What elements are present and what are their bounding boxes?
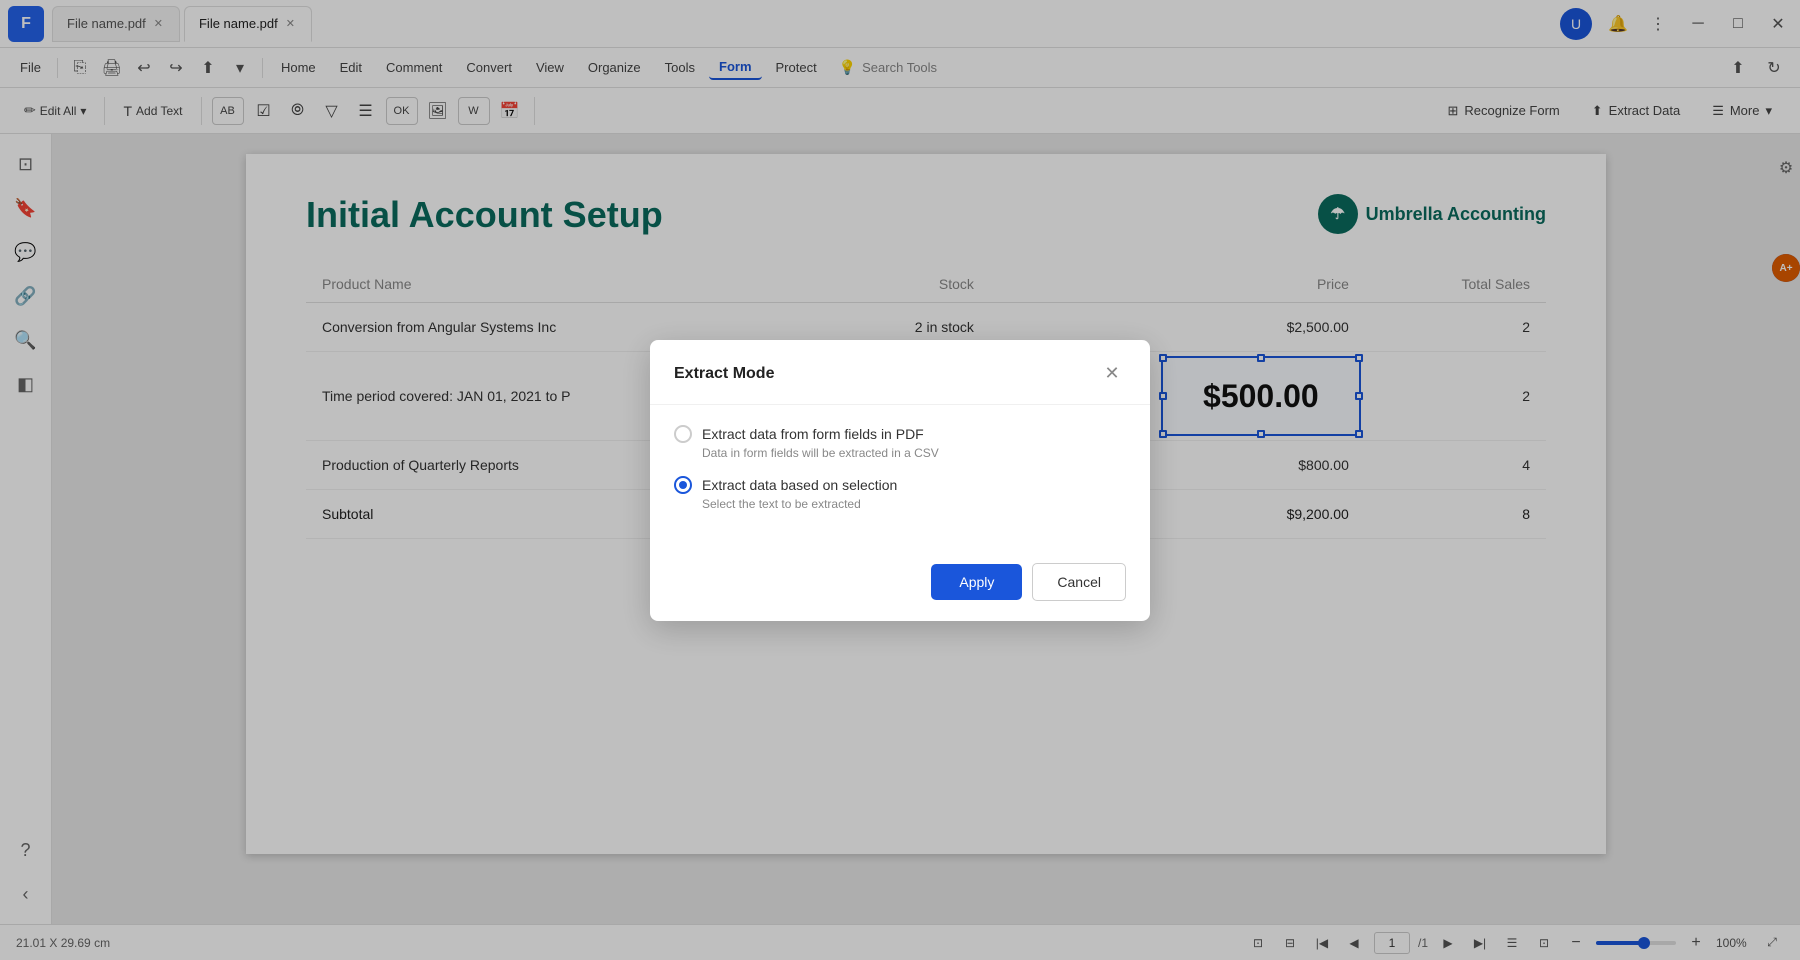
- cancel-button[interactable]: Cancel: [1032, 563, 1126, 601]
- radio-label-2: Extract data based on selection: [702, 477, 897, 493]
- modal-close-btn[interactable]: ✕: [1098, 360, 1126, 388]
- radio-option-1[interactable]: Extract data from form fields in PDF Dat…: [674, 425, 1126, 460]
- modal-body: Extract data from form fields in PDF Dat…: [650, 405, 1150, 547]
- extract-mode-modal: Extract Mode ✕ Extract data from form fi…: [650, 340, 1150, 621]
- modal-title: Extract Mode: [674, 365, 774, 383]
- modal-overlay: Extract Mode ✕ Extract data from form fi…: [0, 0, 1800, 960]
- radio-circle-2[interactable]: [674, 476, 692, 494]
- modal-header: Extract Mode ✕: [650, 340, 1150, 405]
- apply-button[interactable]: Apply: [931, 564, 1022, 600]
- modal-footer: Apply Cancel: [650, 547, 1150, 621]
- radio-sublabel-1: Data in form fields will be extracted in…: [702, 446, 1126, 460]
- radio-circle-1[interactable]: [674, 425, 692, 443]
- radio-label-1: Extract data from form fields in PDF: [702, 426, 924, 442]
- radio-option-2[interactable]: Extract data based on selection Select t…: [674, 476, 1126, 511]
- radio-sublabel-2: Select the text to be extracted: [702, 497, 1126, 511]
